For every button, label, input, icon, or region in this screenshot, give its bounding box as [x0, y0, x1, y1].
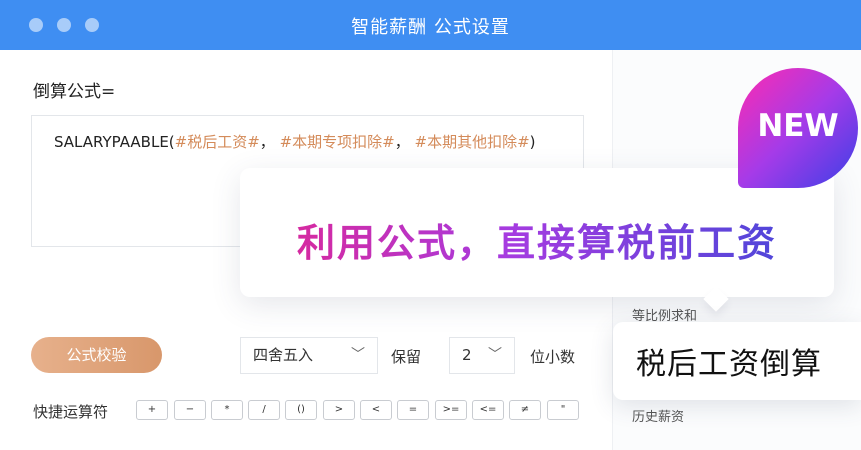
- operator-quote-button[interactable]: ": [547, 400, 579, 420]
- operator-greater-button[interactable]: >: [323, 400, 355, 420]
- operator-multiply-button[interactable]: *: [211, 400, 243, 420]
- chevron-down-icon: ﹀: [351, 347, 365, 363]
- formula-variable-special-deduction: #本期专项扣除#: [279, 133, 395, 151]
- window-title: 智能薪酬 公式设置: [351, 17, 510, 38]
- operator-equal-button[interactable]: =: [397, 400, 429, 420]
- feature-title: 税后工资倒算: [636, 347, 822, 382]
- feature-card[interactable]: 税后工资倒算: [613, 322, 861, 400]
- decimals-select[interactable]: 2 ﹀: [449, 337, 515, 374]
- formula-close-paren: ): [529, 133, 536, 151]
- rounding-select[interactable]: 四舍五入 ﹀: [240, 337, 378, 374]
- operator-parentheses-button[interactable]: (): [285, 400, 317, 420]
- chevron-down-icon: ﹀: [488, 347, 502, 363]
- quick-operators-label: 快捷运算符: [33, 403, 109, 421]
- operator-less-button[interactable]: <: [360, 400, 392, 420]
- operator-less-equal-button[interactable]: <=: [472, 400, 504, 420]
- sidebar-item-history-salary[interactable]: 历史薪资: [632, 406, 684, 425]
- operator-minus-button[interactable]: −: [174, 400, 206, 420]
- promo-headline: 利用公式，直接算税前工资: [240, 212, 834, 267]
- formula-separator: ，: [259, 133, 280, 151]
- decimals-suffix: 位小数: [530, 348, 576, 366]
- formula-variable-after-tax-salary: #税后工资#: [174, 133, 260, 151]
- operator-greater-equal-button[interactable]: >=: [435, 400, 467, 420]
- verify-formula-button[interactable]: 公式校验: [31, 337, 162, 373]
- formula-label: 倒算公式=: [33, 82, 116, 102]
- formula-function: SALARYPAABLE(: [54, 133, 175, 151]
- formula-separator: ，: [394, 133, 415, 151]
- formula-variable-other-deduction: #本期其他扣除#: [414, 133, 530, 151]
- new-badge: NEW: [738, 68, 858, 188]
- operator-plus-button[interactable]: +: [136, 400, 168, 420]
- new-badge-label: NEW: [757, 108, 839, 144]
- operator-divide-button[interactable]: /: [248, 400, 280, 420]
- operator-not-equal-button[interactable]: ≠: [509, 400, 541, 420]
- title-bar: 智能薪酬 公式设置: [0, 0, 861, 50]
- keep-label: 保留: [391, 348, 422, 366]
- rounding-value: 四舍五入: [253, 346, 314, 364]
- decimals-value: 2: [462, 346, 472, 364]
